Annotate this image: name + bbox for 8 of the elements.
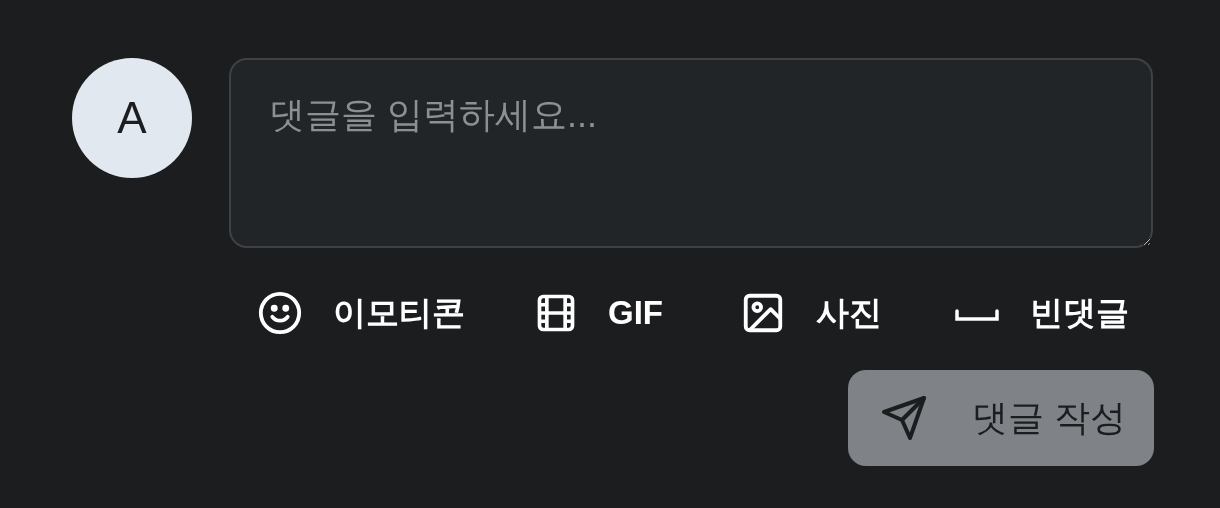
toolbar-button[interactable]: 이모티콘 xyxy=(257,288,534,338)
send-icon xyxy=(880,394,928,442)
smiley-icon xyxy=(257,290,303,336)
comment-field[interactable]: 댓글을 입력하세요... xyxy=(229,58,1153,248)
toolbar-button[interactable]: 사진 xyxy=(740,288,954,338)
avatar: A xyxy=(72,58,192,178)
toolbar-button[interactable]: 빈댓글 xyxy=(954,288,1154,338)
toolbar-button[interactable]: GIF xyxy=(534,288,740,338)
